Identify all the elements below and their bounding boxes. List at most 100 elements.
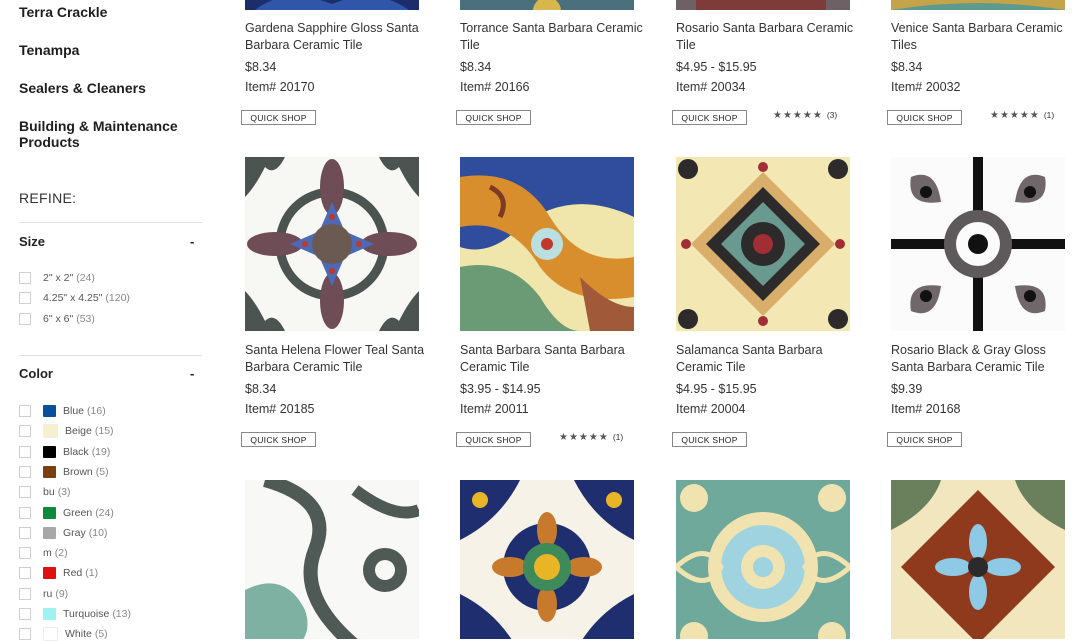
quick-shop-button[interactable]: QUICK SHOP (241, 432, 316, 447)
color-swatch[interactable] (43, 465, 56, 478)
color-filter-option[interactable]: Red (1) (19, 566, 98, 580)
color-filter-option[interactable]: ru (9) (19, 587, 68, 601)
quick-shop-button[interactable]: QUICK SHOP (456, 432, 531, 447)
checkbox[interactable] (19, 526, 31, 539)
checkbox[interactable] (19, 465, 31, 478)
product-image-santa-helena[interactable] (245, 157, 419, 331)
product-image-row3-1[interactable] (245, 480, 419, 639)
color-filter-option[interactable]: Black (19) (19, 445, 110, 459)
option-count: (53) (76, 312, 95, 325)
option-label: Brown (63, 465, 93, 478)
option-label: Gray (63, 526, 86, 539)
color-filter-option[interactable]: Turquoise (13) (19, 607, 131, 621)
option-label: bu (43, 486, 55, 499)
product-image-santa-barbara[interactable] (460, 157, 634, 331)
product-price: $8.34 (891, 60, 923, 74)
color-filter-option[interactable]: Green (24) (19, 506, 114, 520)
size-filter-option[interactable]: 2" x 2" (24) (19, 271, 95, 285)
checkbox[interactable] (19, 587, 31, 600)
product-price: $4.95 - $15.95 (676, 382, 757, 396)
product-title[interactable]: Torrance Santa Barbara Ceramic Tile (460, 20, 645, 54)
option-count: (24) (95, 506, 114, 519)
color-filter-option[interactable]: m (2) (19, 546, 68, 560)
product-title[interactable]: Santa Barbara Santa Barbara Ceramic Tile (460, 342, 645, 376)
color-swatch[interactable] (43, 405, 56, 417)
option-label: Red (63, 567, 83, 580)
checkbox[interactable] (19, 405, 31, 417)
option-count: (9) (55, 587, 69, 600)
option-count: (16) (87, 405, 106, 417)
color-filter-option[interactable]: Gray (10) (19, 526, 107, 540)
size-filter-option[interactable]: 6" x 6" (53) (19, 312, 95, 326)
color-swatch[interactable] (43, 424, 58, 439)
product-item-number: Item# 20185 (245, 402, 315, 416)
rating-stars[interactable]: ★★★★★ (3) (773, 110, 837, 121)
product-image-torrance[interactable] (460, 0, 634, 10)
option-label: 6" x 6" (43, 312, 74, 325)
quick-shop-button[interactable]: QUICK SHOP (887, 432, 962, 447)
quick-shop-button[interactable]: QUICK SHOP (672, 110, 747, 125)
star-icons: ★★★★★ (990, 110, 1040, 121)
review-count: (3) (826, 110, 838, 120)
category-link-sealers-cleaners[interactable]: Sealers & Cleaners (19, 80, 146, 96)
color-swatch[interactable] (43, 445, 56, 458)
option-label: Beige (65, 425, 92, 438)
size-filter-option[interactable]: 4.25" x 4.25" (120) (19, 291, 130, 305)
checkbox[interactable] (19, 506, 31, 519)
sidebar: Terra Crackle Tenampa Sealers & Cleaners… (0, 0, 210, 641)
checkbox[interactable] (19, 425, 31, 438)
product-item-number: Item# 20011 (460, 402, 529, 416)
product-title[interactable]: Gardena Sapphire Gloss Santa Barbara Cer… (245, 20, 430, 54)
rating-stars[interactable]: ★★★★★ (1) (990, 110, 1054, 121)
checkbox[interactable] (19, 292, 31, 305)
option-label: 4.25" x 4.25" (43, 292, 103, 305)
product-image-row3-3[interactable] (676, 480, 850, 639)
quick-shop-button[interactable]: QUICK SHOP (456, 110, 531, 125)
category-link-building-maintenance[interactable]: Building & Maintenance Products (19, 118, 189, 150)
product-image-row3-4[interactable] (891, 480, 1065, 639)
checkbox[interactable] (19, 272, 31, 284)
product-image-gardena[interactable] (245, 0, 419, 10)
product-image-rosario-black-gray[interactable] (891, 157, 1065, 331)
checkbox[interactable] (19, 445, 31, 458)
size-facet-title[interactable]: Size (19, 234, 45, 249)
checkbox[interactable] (19, 486, 31, 499)
size-facet-collapse-toggle[interactable]: - (190, 234, 194, 249)
product-title[interactable]: Santa Helena Flower Teal Santa Barbara C… (245, 342, 430, 376)
quick-shop-button[interactable]: QUICK SHOP (672, 432, 747, 447)
color-swatch[interactable] (43, 526, 56, 539)
product-title[interactable]: Rosario Santa Barbara Ceramic Tile (676, 20, 861, 54)
product-title[interactable]: Venice Santa Barbara Ceramic Tiles (891, 20, 1076, 54)
color-filter-option[interactable]: Brown (5) (19, 465, 109, 479)
product-price: $4.95 - $15.95 (676, 60, 757, 74)
checkbox[interactable] (19, 628, 31, 641)
product-title[interactable]: Rosario Black & Gray Gloss Santa Barbara… (891, 342, 1076, 376)
color-filter-option[interactable]: bu (3) (19, 485, 71, 499)
product-image-rosario[interactable] (676, 0, 850, 10)
rating-stars[interactable]: ★★★★★ (1) (559, 432, 623, 443)
product-image-row3-2[interactable] (460, 480, 634, 639)
option-count: (19) (91, 445, 111, 458)
product-image-venice[interactable] (891, 0, 1065, 10)
option-count: (13) (112, 608, 131, 620)
quick-shop-button[interactable]: QUICK SHOP (241, 110, 316, 125)
color-filter-option[interactable]: Beige (15) (19, 424, 114, 439)
quick-shop-button[interactable]: QUICK SHOP (887, 110, 962, 125)
category-link-terra-crackle[interactable]: Terra Crackle (19, 4, 107, 20)
color-swatch[interactable] (43, 567, 56, 580)
star-icons: ★★★★★ (559, 432, 609, 443)
category-link-tenampa[interactable]: Tenampa (19, 42, 79, 58)
option-label: Blue (63, 405, 85, 417)
color-facet-title[interactable]: Color (19, 366, 53, 381)
product-image-salamanca[interactable] (676, 157, 850, 331)
checkbox[interactable] (19, 547, 31, 560)
color-swatch[interactable] (43, 506, 56, 519)
option-label: m (43, 547, 52, 560)
product-title[interactable]: Salamanca Santa Barbara Ceramic Tile (676, 342, 861, 376)
checkbox[interactable] (19, 608, 31, 620)
checkbox[interactable] (19, 312, 31, 325)
color-facet-collapse-toggle[interactable]: - (190, 366, 194, 381)
color-swatch[interactable] (43, 608, 56, 620)
checkbox[interactable] (19, 567, 31, 580)
color-filter-option[interactable]: Blue (16) (19, 404, 106, 418)
